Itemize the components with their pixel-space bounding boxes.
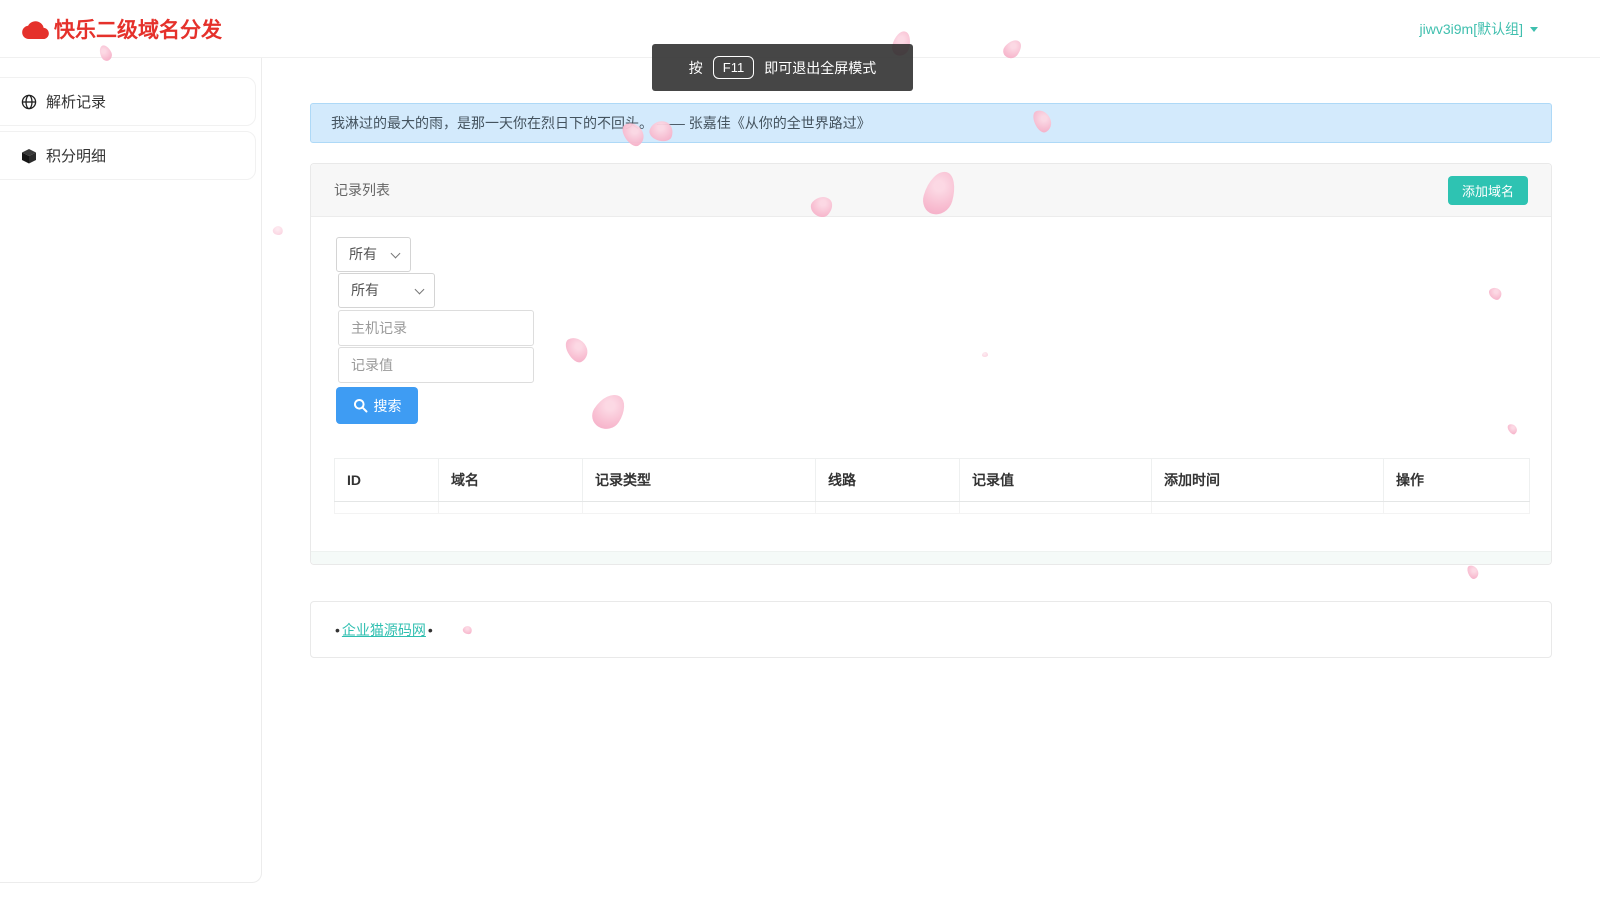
col-header-domain: 域名 (439, 459, 583, 502)
petal (272, 225, 284, 237)
footer-source-link[interactable]: 企业猫源码网 (342, 620, 426, 640)
brand-title: 快乐二级域名分发 (54, 14, 222, 44)
host-record-input[interactable] (338, 310, 534, 346)
panel-title: 记录列表 (334, 180, 390, 200)
quote-text: 我淋过的最大的雨，是那一天你在烈日下的不回头。 —— 张嘉佳《从你的全世界路过》 (331, 115, 871, 131)
col-header-value: 记录值 (960, 459, 1152, 502)
line-select-value: 所有 (351, 282, 379, 298)
search-button-label: 搜索 (374, 396, 402, 416)
filter-bar: 所有 所有 搜索 (336, 237, 1551, 424)
record-value-input[interactable] (338, 347, 534, 383)
col-header-id: ID (335, 459, 439, 502)
brand-logo[interactable]: 快乐二级域名分发 (22, 0, 222, 58)
cloud-icon (22, 19, 49, 39)
col-header-type: 记录类型 (583, 459, 816, 502)
line-select[interactable]: 所有 (338, 273, 435, 308)
quote-alert: 我淋过的最大的雨，是那一天你在烈日下的不回头。 —— 张嘉佳《从你的全世界路过》 (310, 103, 1552, 143)
panel-footer-strip (311, 551, 1551, 564)
globe-icon (21, 94, 37, 110)
chevron-down-icon (1530, 27, 1538, 32)
toast-suffix: 即可退出全屏模式 (764, 58, 876, 78)
search-button[interactable]: 搜索 (336, 387, 418, 424)
chevron-down-icon (391, 249, 401, 259)
col-header-action: 操作 (1384, 459, 1530, 502)
fullscreen-exit-toast: 按 F11 即可退出全屏模式 (652, 44, 913, 91)
sidebar-item-label: 解析记录 (46, 91, 106, 112)
user-dropdown[interactable]: jiwv3i9m[默认组] (1420, 0, 1538, 58)
records-table: ID 域名 记录类型 线路 记录值 添加时间 操作 (334, 458, 1530, 514)
search-icon (353, 398, 368, 413)
toast-prefix: 按 (689, 58, 703, 78)
chevron-down-icon (415, 285, 425, 295)
record-list-panel: 记录列表 添加域名 所有 所有 搜索 (310, 163, 1552, 565)
table-header-row: ID 域名 记录类型 线路 记录值 添加时间 操作 (335, 459, 1530, 502)
user-name: jiwv3i9m[默认组] (1420, 19, 1523, 39)
panel-body: 所有 所有 搜索 (311, 217, 1551, 514)
sidebar-item-resolution-records[interactable]: 解析记录 (0, 77, 256, 126)
cube-icon (21, 148, 37, 164)
petal (1466, 564, 1480, 581)
sidebar-item-points-detail[interactable]: 积分明细 (0, 131, 256, 180)
record-type-select-value: 所有 (349, 246, 377, 262)
footer-card: •企业猫源码网• (310, 601, 1552, 658)
footer-bullet: • (428, 622, 433, 638)
col-header-line: 线路 (816, 459, 960, 502)
panel-header: 记录列表 添加域名 (311, 164, 1551, 217)
add-domain-button[interactable]: 添加域名 (1448, 176, 1528, 205)
sidebar-item-label: 积分明细 (46, 145, 106, 166)
sidebar: 解析记录 积分明细 (0, 58, 262, 883)
record-type-select[interactable]: 所有 (336, 237, 411, 272)
empty-table-row (335, 502, 1530, 514)
f11-keycap: F11 (713, 56, 754, 79)
col-header-time: 添加时间 (1152, 459, 1384, 502)
footer-bullet: • (335, 622, 340, 638)
